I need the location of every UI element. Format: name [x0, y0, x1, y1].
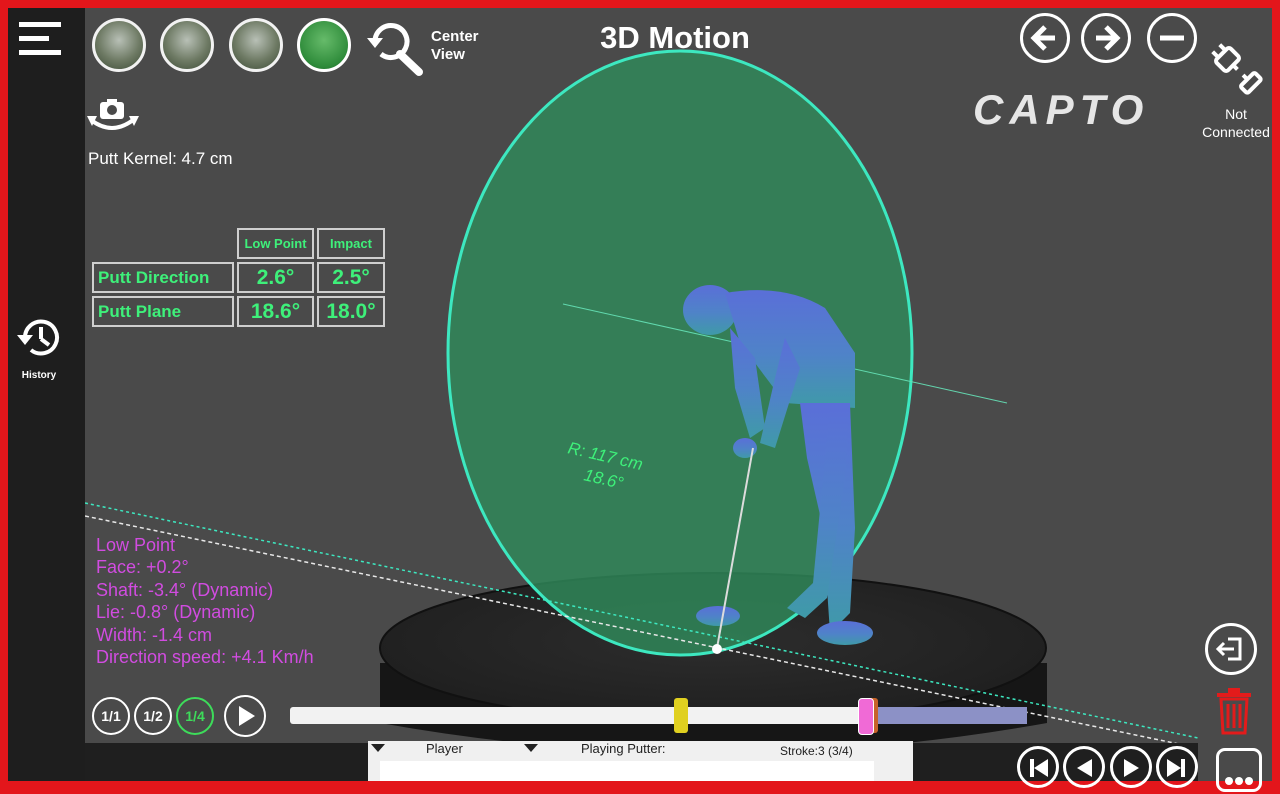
play-icon: [239, 706, 255, 726]
step-back-icon: [1077, 759, 1092, 777]
trash-icon: [1217, 688, 1251, 735]
step-forward-button[interactable]: [1110, 746, 1152, 788]
arrow-right-icon: [1096, 25, 1121, 51]
left-sidebar: History: [8, 8, 85, 781]
golf-ball: [712, 644, 722, 654]
center-view-search-icon: [367, 23, 423, 76]
shaft-readout: Shaft: -3.4° (Dynamic): [96, 579, 274, 600]
table-row: Putt Direction 2.6° 2.5°: [92, 262, 385, 293]
previous-button[interactable]: [1020, 13, 1070, 63]
minus-icon: [1160, 35, 1184, 41]
direction-speed-readout: Direction speed: +4.1 Km/h: [96, 647, 314, 668]
page-title: 3D Motion: [600, 20, 750, 55]
speed-1-2-button[interactable]: 1/2: [134, 697, 172, 735]
skip-first-button[interactable]: [1017, 746, 1059, 788]
more-button[interactable]: [1216, 748, 1262, 792]
app-frame: History R: 117 cm 18.6° Center View 3D M…: [0, 0, 1280, 792]
row-label-putt-plane: Putt Plane: [92, 296, 234, 327]
menu-button[interactable]: [17, 16, 65, 64]
table-row: Putt Plane 18.6° 18.0°: [92, 296, 385, 327]
putt-direction-low-point: 2.6°: [237, 262, 314, 293]
connection-button[interactable]: Not Connected: [1200, 38, 1272, 140]
arrow-left-icon: [1030, 25, 1055, 51]
play-button[interactable]: [224, 695, 266, 737]
view-thumbnail-front[interactable]: [92, 18, 146, 72]
skip-last-icon: [1167, 759, 1185, 777]
exit-button[interactable]: [1205, 623, 1257, 675]
header-impact: Impact: [317, 228, 385, 259]
row-label-putt-direction: Putt Direction: [92, 262, 234, 293]
low-point-title: Low Point: [96, 535, 176, 555]
putter-label: Playing Putter:: [581, 741, 666, 756]
history-label: History: [21, 370, 57, 381]
timeline-remaining: [864, 707, 1027, 724]
rotate-camera-button[interactable]: [85, 98, 141, 140]
face-readout: Face: +0.2°: [96, 557, 189, 578]
center-view-label: Center View: [431, 28, 479, 63]
putter-dropdown[interactable]: Playing Putter:: [523, 741, 693, 757]
history-clock-icon: [17, 319, 59, 356]
next-button[interactable]: [1081, 13, 1131, 63]
rotate-camera-icon: [87, 99, 139, 130]
hamburger-menu-icon: [19, 22, 61, 55]
history-button[interactable]: History: [13, 313, 65, 385]
header-low-point: Low Point: [237, 228, 314, 259]
remove-button[interactable]: [1147, 13, 1197, 63]
player-info-field: [380, 761, 874, 781]
delete-button[interactable]: [1214, 686, 1254, 736]
player-info-panel: Player Playing Putter: Stroke:3 (3/4): [368, 741, 913, 781]
step-back-button[interactable]: [1063, 746, 1105, 788]
low-point-info: Low Point Face: +0.2° Shaft: -3.4° (Dyna…: [96, 534, 314, 668]
timeline-playhead[interactable]: [857, 698, 874, 735]
unplugged-icon: [1211, 43, 1263, 95]
right-sidebar: Not Connected: [1198, 8, 1272, 792]
player-label: Player: [426, 741, 463, 756]
width-readout: Width: -1.4 cm: [96, 624, 213, 645]
skip-last-button[interactable]: [1156, 746, 1198, 788]
more-dots-icon: [1225, 777, 1253, 785]
putt-plane-impact: 18.0°: [317, 296, 385, 327]
skip-first-icon: [1030, 759, 1048, 777]
exit-icon: [1215, 637, 1242, 661]
bottom-panel: Player Playing Putter: Stroke:3 (3/4): [85, 741, 1198, 788]
putt-plane-low-point: 18.6°: [237, 296, 314, 327]
speed-1-1-button[interactable]: 1/1: [92, 697, 130, 735]
player-dropdown[interactable]: Player: [370, 741, 490, 757]
low-point-marker[interactable]: [674, 698, 688, 733]
3d-viewport[interactable]: R: 117 cm 18.6° Center View 3D Motion CA…: [85, 8, 1198, 743]
speed-1-4-button[interactable]: 1/4: [176, 697, 214, 735]
metrics-table: Low Point Impact Putt Direction 2.6° 2.5…: [89, 225, 388, 330]
chevron-down-icon: [524, 744, 538, 752]
putt-kernel-readout: Putt Kernel: 4.7 cm: [88, 149, 233, 168]
stroke-label: Stroke:3 (3/4): [780, 744, 853, 758]
view-thumbnail-side[interactable]: [160, 18, 214, 72]
center-view-button[interactable]: Center View: [365, 18, 495, 76]
view-thumbnail-putt[interactable]: [297, 18, 351, 72]
putt-direction-impact: 2.5°: [317, 262, 385, 293]
connection-status: Not Connected: [1202, 106, 1270, 140]
brand-logo: CAPTO: [973, 86, 1150, 133]
view-thumbnail-back[interactable]: [229, 18, 283, 72]
lie-readout: Lie: -0.8° (Dynamic): [96, 602, 256, 623]
step-forward-icon: [1124, 759, 1139, 777]
chevron-down-icon: [371, 744, 385, 752]
